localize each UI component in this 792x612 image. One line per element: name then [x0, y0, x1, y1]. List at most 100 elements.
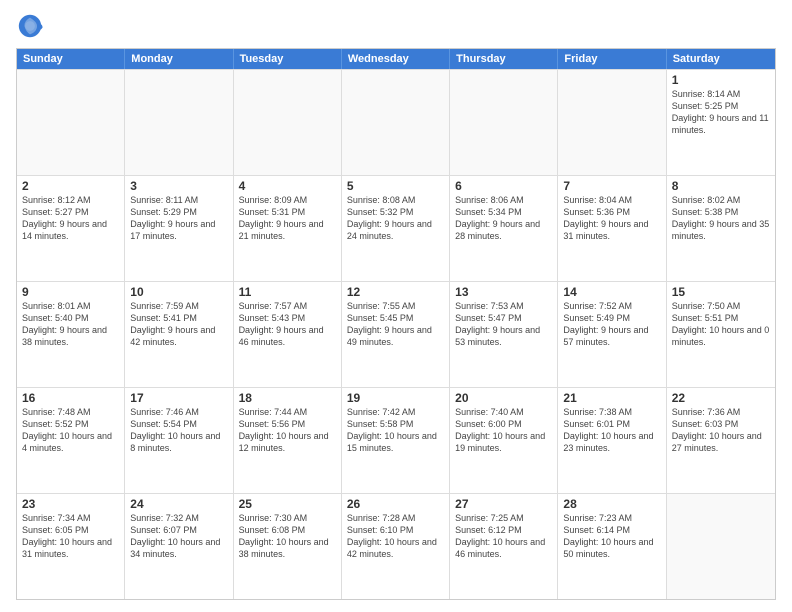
- day-number: 19: [347, 391, 444, 405]
- logo: [16, 12, 48, 40]
- day-info: Sunrise: 8:14 AM Sunset: 5:25 PM Dayligh…: [672, 88, 770, 137]
- day-number: 14: [563, 285, 660, 299]
- day-number: 24: [130, 497, 227, 511]
- day-info: Sunrise: 7:53 AM Sunset: 5:47 PM Dayligh…: [455, 300, 552, 349]
- day-header-monday: Monday: [125, 49, 233, 69]
- calendar-day-13: 13Sunrise: 7:53 AM Sunset: 5:47 PM Dayli…: [450, 282, 558, 387]
- day-info: Sunrise: 7:36 AM Sunset: 6:03 PM Dayligh…: [672, 406, 770, 455]
- calendar-day-3: 3Sunrise: 8:11 AM Sunset: 5:29 PM Daylig…: [125, 176, 233, 281]
- day-number: 16: [22, 391, 119, 405]
- day-number: 5: [347, 179, 444, 193]
- calendar-page: SundayMondayTuesdayWednesdayThursdayFrid…: [0, 0, 792, 612]
- day-number: 12: [347, 285, 444, 299]
- day-number: 11: [239, 285, 336, 299]
- day-number: 23: [22, 497, 119, 511]
- day-header-thursday: Thursday: [450, 49, 558, 69]
- day-number: 17: [130, 391, 227, 405]
- calendar-day-19: 19Sunrise: 7:42 AM Sunset: 5:58 PM Dayli…: [342, 388, 450, 493]
- logo-icon: [16, 12, 44, 40]
- calendar-day-15: 15Sunrise: 7:50 AM Sunset: 5:51 PM Dayli…: [667, 282, 775, 387]
- calendar-day-empty: [125, 70, 233, 175]
- day-info: Sunrise: 8:08 AM Sunset: 5:32 PM Dayligh…: [347, 194, 444, 243]
- day-info: Sunrise: 7:50 AM Sunset: 5:51 PM Dayligh…: [672, 300, 770, 349]
- calendar-day-17: 17Sunrise: 7:46 AM Sunset: 5:54 PM Dayli…: [125, 388, 233, 493]
- day-number: 20: [455, 391, 552, 405]
- day-info: Sunrise: 7:42 AM Sunset: 5:58 PM Dayligh…: [347, 406, 444, 455]
- calendar-body: 1Sunrise: 8:14 AM Sunset: 5:25 PM Daylig…: [17, 69, 775, 599]
- day-number: 25: [239, 497, 336, 511]
- calendar-grid: SundayMondayTuesdayWednesdayThursdayFrid…: [16, 48, 776, 600]
- day-info: Sunrise: 8:12 AM Sunset: 5:27 PM Dayligh…: [22, 194, 119, 243]
- calendar-day-4: 4Sunrise: 8:09 AM Sunset: 5:31 PM Daylig…: [234, 176, 342, 281]
- calendar-day-20: 20Sunrise: 7:40 AM Sunset: 6:00 PM Dayli…: [450, 388, 558, 493]
- calendar-day-1: 1Sunrise: 8:14 AM Sunset: 5:25 PM Daylig…: [667, 70, 775, 175]
- calendar-day-empty: [450, 70, 558, 175]
- calendar-header-row: SundayMondayTuesdayWednesdayThursdayFrid…: [17, 49, 775, 69]
- day-info: Sunrise: 7:28 AM Sunset: 6:10 PM Dayligh…: [347, 512, 444, 561]
- day-info: Sunrise: 7:46 AM Sunset: 5:54 PM Dayligh…: [130, 406, 227, 455]
- day-info: Sunrise: 7:57 AM Sunset: 5:43 PM Dayligh…: [239, 300, 336, 349]
- calendar-day-24: 24Sunrise: 7:32 AM Sunset: 6:07 PM Dayli…: [125, 494, 233, 599]
- calendar-day-8: 8Sunrise: 8:02 AM Sunset: 5:38 PM Daylig…: [667, 176, 775, 281]
- day-number: 26: [347, 497, 444, 511]
- day-number: 8: [672, 179, 770, 193]
- day-header-sunday: Sunday: [17, 49, 125, 69]
- day-number: 4: [239, 179, 336, 193]
- day-header-tuesday: Tuesday: [234, 49, 342, 69]
- day-info: Sunrise: 7:25 AM Sunset: 6:12 PM Dayligh…: [455, 512, 552, 561]
- calendar-day-5: 5Sunrise: 8:08 AM Sunset: 5:32 PM Daylig…: [342, 176, 450, 281]
- day-info: Sunrise: 8:11 AM Sunset: 5:29 PM Dayligh…: [130, 194, 227, 243]
- day-header-friday: Friday: [558, 49, 666, 69]
- day-info: Sunrise: 7:23 AM Sunset: 6:14 PM Dayligh…: [563, 512, 660, 561]
- calendar-day-7: 7Sunrise: 8:04 AM Sunset: 5:36 PM Daylig…: [558, 176, 666, 281]
- day-info: Sunrise: 7:44 AM Sunset: 5:56 PM Dayligh…: [239, 406, 336, 455]
- calendar-day-empty: [667, 494, 775, 599]
- calendar-day-28: 28Sunrise: 7:23 AM Sunset: 6:14 PM Dayli…: [558, 494, 666, 599]
- calendar-day-empty: [17, 70, 125, 175]
- calendar-day-2: 2Sunrise: 8:12 AM Sunset: 5:27 PM Daylig…: [17, 176, 125, 281]
- day-info: Sunrise: 7:55 AM Sunset: 5:45 PM Dayligh…: [347, 300, 444, 349]
- day-info: Sunrise: 7:34 AM Sunset: 6:05 PM Dayligh…: [22, 512, 119, 561]
- calendar-day-14: 14Sunrise: 7:52 AM Sunset: 5:49 PM Dayli…: [558, 282, 666, 387]
- calendar-week-2: 2Sunrise: 8:12 AM Sunset: 5:27 PM Daylig…: [17, 175, 775, 281]
- calendar-day-27: 27Sunrise: 7:25 AM Sunset: 6:12 PM Dayli…: [450, 494, 558, 599]
- day-info: Sunrise: 7:52 AM Sunset: 5:49 PM Dayligh…: [563, 300, 660, 349]
- calendar-day-empty: [234, 70, 342, 175]
- day-number: 3: [130, 179, 227, 193]
- calendar-day-12: 12Sunrise: 7:55 AM Sunset: 5:45 PM Dayli…: [342, 282, 450, 387]
- day-header-wednesday: Wednesday: [342, 49, 450, 69]
- day-info: Sunrise: 7:32 AM Sunset: 6:07 PM Dayligh…: [130, 512, 227, 561]
- day-number: 27: [455, 497, 552, 511]
- calendar-week-3: 9Sunrise: 8:01 AM Sunset: 5:40 PM Daylig…: [17, 281, 775, 387]
- day-info: Sunrise: 8:06 AM Sunset: 5:34 PM Dayligh…: [455, 194, 552, 243]
- calendar-day-6: 6Sunrise: 8:06 AM Sunset: 5:34 PM Daylig…: [450, 176, 558, 281]
- day-info: Sunrise: 8:02 AM Sunset: 5:38 PM Dayligh…: [672, 194, 770, 243]
- calendar-week-5: 23Sunrise: 7:34 AM Sunset: 6:05 PM Dayli…: [17, 493, 775, 599]
- calendar-day-empty: [342, 70, 450, 175]
- day-number: 7: [563, 179, 660, 193]
- day-number: 22: [672, 391, 770, 405]
- day-info: Sunrise: 7:40 AM Sunset: 6:00 PM Dayligh…: [455, 406, 552, 455]
- calendar-day-9: 9Sunrise: 8:01 AM Sunset: 5:40 PM Daylig…: [17, 282, 125, 387]
- day-header-saturday: Saturday: [667, 49, 775, 69]
- day-number: 2: [22, 179, 119, 193]
- calendar-day-25: 25Sunrise: 7:30 AM Sunset: 6:08 PM Dayli…: [234, 494, 342, 599]
- calendar-day-26: 26Sunrise: 7:28 AM Sunset: 6:10 PM Dayli…: [342, 494, 450, 599]
- calendar-day-21: 21Sunrise: 7:38 AM Sunset: 6:01 PM Dayli…: [558, 388, 666, 493]
- day-number: 1: [672, 73, 770, 87]
- calendar-week-4: 16Sunrise: 7:48 AM Sunset: 5:52 PM Dayli…: [17, 387, 775, 493]
- calendar-day-22: 22Sunrise: 7:36 AM Sunset: 6:03 PM Dayli…: [667, 388, 775, 493]
- header: [16, 12, 776, 40]
- day-info: Sunrise: 7:59 AM Sunset: 5:41 PM Dayligh…: [130, 300, 227, 349]
- calendar-day-18: 18Sunrise: 7:44 AM Sunset: 5:56 PM Dayli…: [234, 388, 342, 493]
- calendar-day-16: 16Sunrise: 7:48 AM Sunset: 5:52 PM Dayli…: [17, 388, 125, 493]
- day-number: 6: [455, 179, 552, 193]
- day-info: Sunrise: 8:01 AM Sunset: 5:40 PM Dayligh…: [22, 300, 119, 349]
- day-info: Sunrise: 8:09 AM Sunset: 5:31 PM Dayligh…: [239, 194, 336, 243]
- day-number: 18: [239, 391, 336, 405]
- day-number: 10: [130, 285, 227, 299]
- day-number: 21: [563, 391, 660, 405]
- day-info: Sunrise: 7:30 AM Sunset: 6:08 PM Dayligh…: [239, 512, 336, 561]
- calendar-day-23: 23Sunrise: 7:34 AM Sunset: 6:05 PM Dayli…: [17, 494, 125, 599]
- day-number: 28: [563, 497, 660, 511]
